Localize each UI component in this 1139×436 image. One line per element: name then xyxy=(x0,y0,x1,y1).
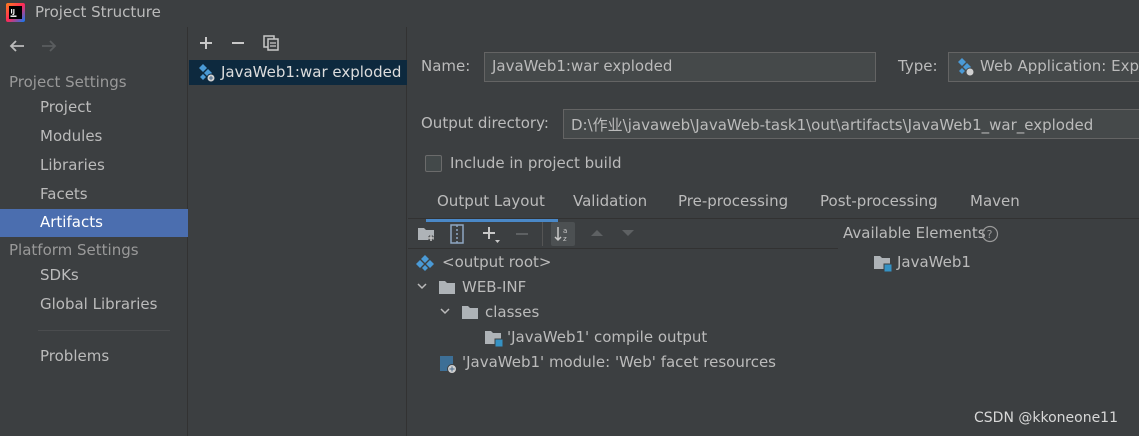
sort-elements-button[interactable]: a z xyxy=(551,222,575,246)
sidebar-item-project[interactable]: Project xyxy=(0,94,188,122)
tree-label: JavaWeb1 xyxy=(897,253,971,271)
sidebar-item-label: Project xyxy=(40,98,92,116)
intellij-logo-icon: IJ xyxy=(6,3,25,22)
platform-settings-header: Platform Settings xyxy=(9,241,139,259)
artifact-detail-panel: Name: JavaWeb1:war exploded Type: Web Ap… xyxy=(408,27,1139,436)
add-icon[interactable] xyxy=(197,34,217,54)
svg-text:?: ? xyxy=(987,228,993,241)
svg-text:z: z xyxy=(563,235,567,243)
sidebar-item-label: Facets xyxy=(40,185,88,203)
toolbar-separator xyxy=(542,222,543,246)
chevron-down-icon[interactable] xyxy=(439,307,451,317)
forward-arrow-icon[interactable] xyxy=(40,38,58,54)
artifact-list-panel: JavaWeb1:war exploded xyxy=(189,27,407,436)
tree-row-output-root[interactable]: <output root> xyxy=(416,253,816,277)
output-directory-input[interactable]: D:\作业\javaweb\JavaWeb-task1\out\artifact… xyxy=(563,109,1139,139)
type-select[interactable]: Web Application: Expl xyxy=(948,52,1139,82)
chevron-down-icon[interactable] xyxy=(416,282,428,292)
sidebar-item-global-libraries[interactable]: Global Libraries xyxy=(0,291,188,319)
add-copy-icon[interactable] xyxy=(481,225,501,245)
tab-output-layout[interactable]: Output Layout xyxy=(426,192,558,222)
output-root-icon xyxy=(416,254,434,272)
artifact-name: JavaWeb1:war exploded xyxy=(221,63,402,81)
output-directory-label: Output directory: xyxy=(421,114,549,132)
type-label: Type: xyxy=(898,57,938,75)
sidebar-item-libraries[interactable]: Libraries xyxy=(0,152,188,180)
tab-label: Post-processing xyxy=(820,192,938,210)
war-exploded-artifact-icon xyxy=(197,63,217,83)
create-directory-icon[interactable] xyxy=(417,225,437,243)
sidebar-item-label: Problems xyxy=(40,347,110,365)
sidebar-item-facets[interactable]: Facets xyxy=(0,181,188,209)
tree-label: classes xyxy=(485,303,540,321)
svg-text:a: a xyxy=(563,227,567,235)
tab-pre-processing[interactable]: Pre-processing xyxy=(678,192,788,222)
tree-row-web-inf[interactable]: WEB-INF xyxy=(416,278,816,302)
web-facet-resources-icon xyxy=(439,355,459,375)
tab-post-processing[interactable]: Post-processing xyxy=(820,192,938,222)
svg-text:IJ: IJ xyxy=(11,9,15,16)
folder-icon xyxy=(461,305,479,320)
sidebar-item-modules[interactable]: Modules xyxy=(0,123,188,151)
layout-toolbar: a z xyxy=(408,219,838,249)
remove-icon[interactable] xyxy=(229,34,249,54)
name-input[interactable]: JavaWeb1:war exploded xyxy=(484,52,876,82)
tab-maven[interactable]: Maven xyxy=(970,192,1020,222)
csdn-watermark: CSDN @kkoneone11 xyxy=(974,410,1118,426)
sidebar-item-label: Modules xyxy=(40,127,103,145)
tree-row-compile-output[interactable]: 'JavaWeb1' compile output xyxy=(484,328,824,352)
name-label: Name: xyxy=(421,57,471,75)
list-item[interactable]: JavaWeb1:war exploded xyxy=(189,60,407,85)
create-archive-icon[interactable] xyxy=(449,224,465,244)
sidebar-item-sdks[interactable]: SDKs xyxy=(0,262,188,290)
project-settings-header: Project Settings xyxy=(9,73,127,91)
folder-icon xyxy=(438,280,456,295)
move-up-icon[interactable] xyxy=(589,228,605,238)
tab-label: Output Layout xyxy=(437,192,545,210)
tree-row-available-javaweb1[interactable]: JavaWeb1 xyxy=(873,253,1073,277)
type-select-value: Web Application: Expl xyxy=(980,57,1139,75)
help-icon[interactable]: ? xyxy=(981,225,999,243)
module-output-folder-icon xyxy=(484,330,504,348)
copy-icon[interactable] xyxy=(262,34,282,54)
remove-element-icon[interactable] xyxy=(513,225,531,243)
back-arrow-icon[interactable] xyxy=(8,38,26,54)
available-elements-label: Available Elements xyxy=(843,224,986,242)
window-title: Project Structure xyxy=(35,3,161,21)
tree-label: <output root> xyxy=(442,253,552,271)
sidebar-divider xyxy=(38,330,170,331)
sidebar-item-label: Artifacts xyxy=(40,213,103,231)
sidebar-item-problems[interactable]: Problems xyxy=(0,343,188,371)
tree-row-classes[interactable]: classes xyxy=(439,303,819,327)
module-folder-icon xyxy=(873,255,893,273)
tree-label: 'JavaWeb1' module: 'Web' facet resources xyxy=(462,353,776,371)
tab-validation[interactable]: Validation xyxy=(573,192,647,222)
web-application-icon xyxy=(956,57,976,77)
tree-label: 'JavaWeb1' compile output xyxy=(507,328,708,346)
sidebar-item-artifacts[interactable]: Artifacts xyxy=(0,209,188,237)
tree-row-facet-resources[interactable]: 'JavaWeb1' module: 'Web' facet resources xyxy=(439,353,839,377)
tab-label: Maven xyxy=(970,192,1020,210)
tab-label: Pre-processing xyxy=(678,192,789,210)
move-down-icon[interactable] xyxy=(620,228,636,238)
sort-alphabetically-icon: a z xyxy=(553,224,573,244)
settings-sidebar: Project Settings Project Modules Librari… xyxy=(0,27,188,436)
sidebar-item-label: Global Libraries xyxy=(40,295,158,313)
sidebar-item-label: Libraries xyxy=(40,156,105,174)
sidebar-item-label: SDKs xyxy=(40,266,79,284)
include-in-build-checkbox[interactable] xyxy=(425,155,442,172)
tab-label: Validation xyxy=(573,192,648,210)
include-in-build-label: Include in project build xyxy=(450,154,622,172)
title-bar: IJ Project Structure xyxy=(0,0,1139,27)
tree-label: WEB-INF xyxy=(462,278,527,296)
